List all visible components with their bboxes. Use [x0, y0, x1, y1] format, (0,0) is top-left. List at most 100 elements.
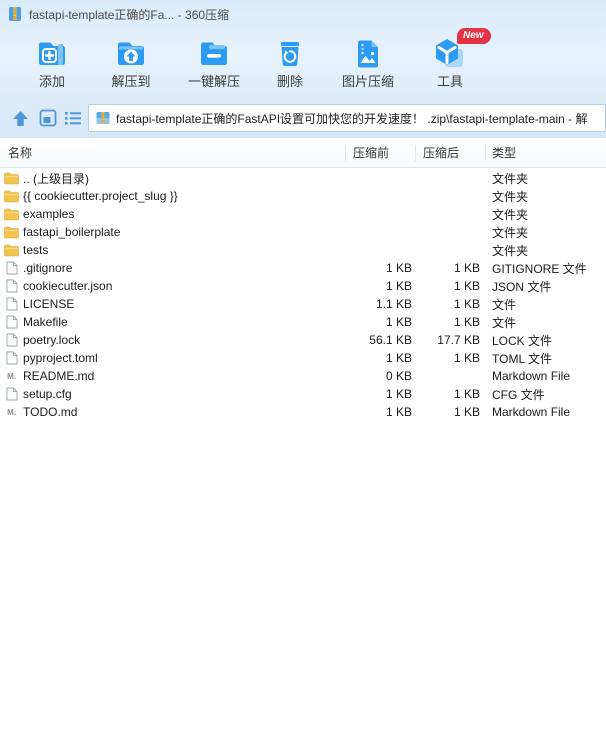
folder-icon	[4, 225, 19, 239]
file-icon	[4, 261, 19, 275]
file-row[interactable]: {{ cookiecutter.project_slug }} 文件夹	[0, 187, 606, 205]
type-cell: 文件夹	[492, 171, 529, 186]
file-row[interactable]: M↓ README.md 0 KB Markdown File	[0, 367, 606, 385]
column-separator	[415, 145, 416, 161]
image-compress-icon	[335, 34, 401, 74]
image-compress-button[interactable]: 图片压缩	[335, 34, 401, 96]
icon-view-icon	[39, 109, 57, 127]
file-icon	[4, 351, 19, 365]
file-name-cell: fastapi_boilerplate	[0, 225, 345, 239]
column-header-size-after[interactable]: 压缩后	[412, 144, 480, 161]
tools-button-label: 工具	[436, 74, 463, 89]
file-name: LICENSE	[23, 297, 75, 311]
archive-app-icon	[9, 7, 21, 21]
file-row[interactable]: .gitignore 1 KB 1 KB GITIGNORE 文件	[0, 259, 606, 277]
one-click-extract-button-label: 一键解压	[187, 74, 240, 89]
file-name-cell: cookiecutter.json	[0, 279, 345, 293]
image-compress-button-label: 图片压缩	[341, 74, 394, 89]
delete-trash-icon	[257, 34, 323, 74]
type-cell: Markdown File	[492, 405, 571, 419]
size-before-cell: 1 KB	[385, 279, 412, 293]
size-before-cell: 56.1 KB	[369, 333, 412, 347]
address-path: fastapi-template正确的FastAPI设置可加快您的开发速度！ .…	[116, 111, 588, 126]
file-name: examples	[23, 207, 75, 221]
type-cell: JSON 文件	[492, 279, 552, 294]
size-after-cell: 1 KB	[453, 315, 480, 329]
file-row[interactable]: tests 文件夹	[0, 241, 606, 259]
file-name-cell: poetry.lock	[0, 333, 345, 347]
file-name-cell: {{ cookiecutter.project_slug }}	[0, 189, 345, 203]
file-row[interactable]: .. (上级目录) 文件夹	[0, 169, 606, 187]
folder-icon	[4, 189, 19, 203]
file-name: Makefile	[23, 315, 68, 329]
size-after-cell: 1 KB	[453, 387, 480, 401]
delete-button[interactable]: 删除	[257, 34, 323, 96]
size-after-cell: 1 KB	[453, 405, 480, 419]
file-name-cell: M↓ README.md	[0, 369, 345, 383]
file-name: setup.cfg	[23, 387, 72, 401]
column-header-size-before[interactable]: 压缩前	[345, 144, 412, 161]
size-after-cell: 1 KB	[453, 297, 480, 311]
file-name-cell: .. (上级目录)	[0, 170, 345, 187]
type-cell: 文件夹	[492, 189, 529, 204]
type-cell: 文件	[492, 297, 517, 312]
extract-to-button[interactable]: 解压到	[98, 34, 164, 96]
file-name: pyproject.toml	[23, 351, 98, 365]
file-row[interactable]: cookiecutter.json 1 KB 1 KB JSON 文件	[0, 277, 606, 295]
size-before-cell: 1 KB	[385, 405, 412, 419]
up-directory-button[interactable]	[9, 107, 31, 129]
folder-icon	[4, 171, 19, 185]
one-click-extract-folder-icon	[181, 34, 247, 74]
folder-icon	[4, 243, 19, 257]
file-name-cell: pyproject.toml	[0, 351, 345, 365]
address-bar[interactable]: fastapi-template正确的FastAPI设置可加快您的开发速度！ .…	[88, 104, 606, 132]
window-title: fastapi-template正确的Fa... - 360压缩	[29, 7, 230, 22]
type-cell: Markdown File	[492, 369, 571, 383]
one-click-extract-button[interactable]: 一键解压	[181, 34, 247, 96]
size-before-cell: 1 KB	[385, 351, 412, 365]
toolbar: 添加 解压到 一键解压 删除 图片压缩 工具 New	[0, 28, 606, 98]
type-cell: GITIGNORE 文件	[492, 261, 587, 276]
file-row[interactable]: pyproject.toml 1 KB 1 KB TOML 文件	[0, 349, 606, 367]
file-icon	[4, 315, 19, 329]
file-list: .. (上级目录) 文件夹 {{ cookiecutter.project_sl…	[0, 169, 606, 421]
file-name: cookiecutter.json	[23, 279, 113, 293]
type-cell: CFG 文件	[492, 387, 545, 402]
size-after-cell: 1 KB	[453, 279, 480, 293]
delete-button-label: 删除	[276, 74, 303, 89]
file-row[interactable]: poetry.lock 56.1 KB 17.7 KB LOCK 文件	[0, 331, 606, 349]
file-row[interactable]: Makefile 1 KB 1 KB 文件	[0, 313, 606, 331]
file-row[interactable]: setup.cfg 1 KB 1 KB CFG 文件	[0, 385, 606, 403]
size-before-cell: 1.1 KB	[375, 297, 412, 311]
add-button[interactable]: 添加	[19, 34, 85, 96]
file-row[interactable]: examples 文件夹	[0, 205, 606, 223]
type-cell: LOCK 文件	[492, 333, 553, 348]
type-cell: TOML 文件	[492, 351, 553, 366]
list-view-icon	[65, 112, 81, 125]
extract-to-folder-icon	[98, 34, 164, 74]
column-header-name[interactable]: 名称	[0, 144, 345, 161]
file-row[interactable]: M↓ TODO.md 1 KB 1 KB Markdown File	[0, 403, 606, 421]
file-name-cell: .gitignore	[0, 261, 345, 275]
file-name-cell: M↓ TODO.md	[0, 405, 345, 419]
type-cell: 文件夹	[492, 243, 529, 258]
file-row[interactable]: LICENSE 1.1 KB 1 KB 文件	[0, 295, 606, 313]
up-arrow-icon	[12, 110, 28, 126]
app-window: fastapi-template正确的Fa... - 360压缩 添加 解压到 …	[0, 0, 606, 736]
markdown-icon: M↓	[7, 407, 17, 417]
file-row[interactable]: fastapi_boilerplate 文件夹	[0, 223, 606, 241]
size-before-cell: 0 KB	[385, 369, 412, 383]
new-badge: New	[457, 28, 491, 44]
list-view-button[interactable]	[62, 107, 84, 129]
size-after-cell: 17.7 KB	[437, 333, 480, 347]
file-name: {{ cookiecutter.project_slug }}	[23, 189, 178, 203]
icon-view-button[interactable]	[37, 107, 59, 129]
folder-icon	[4, 207, 19, 221]
size-before-cell: 1 KB	[385, 387, 412, 401]
file-name: README.md	[23, 369, 95, 383]
size-after-cell: 1 KB	[453, 261, 480, 275]
file-name: .gitignore	[23, 261, 73, 275]
file-name: TODO.md	[23, 405, 78, 419]
column-separator	[485, 145, 486, 161]
file-icon	[4, 297, 19, 311]
